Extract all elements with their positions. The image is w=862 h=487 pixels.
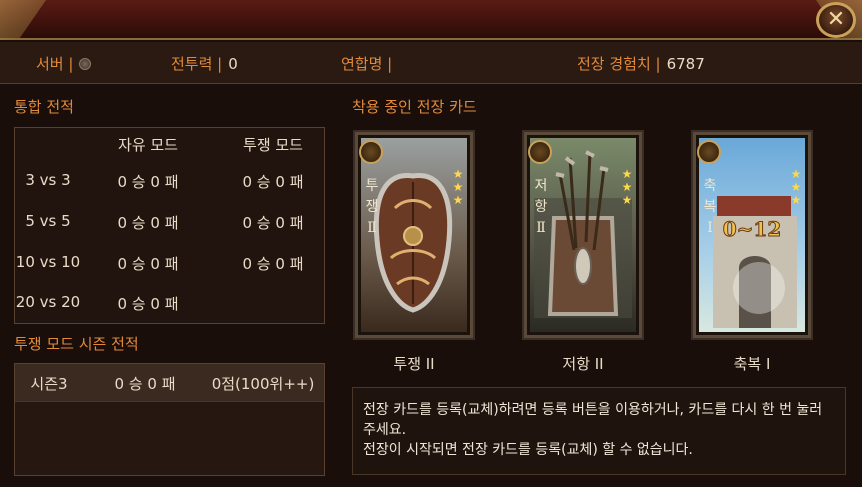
row-struggle-record: 0 승 0 패 [242, 255, 304, 273]
card-vertical-name: 저항Ⅱ [534, 178, 548, 236]
row-free-record: 0 승 0 패 [117, 214, 179, 232]
column-header-free: 자유 모드 [118, 136, 178, 154]
alliance-info: 연합명 | [341, 53, 392, 74]
close-icon: ✕ [826, 7, 846, 32]
server-emblem-icon [79, 58, 92, 70]
season-name: 시즌3 [30, 375, 68, 393]
row-struggle-record: 0 승 0 패 [242, 214, 304, 232]
card-star-rating: ★ ★ ★ [621, 167, 633, 207]
stats-title: 통합 전적 [14, 98, 74, 116]
alliance-label: 연합명 | [341, 55, 393, 73]
season-score: 0점(100위++) [211, 375, 315, 393]
card-vertical-name: 축복Ⅰ [703, 178, 717, 236]
card-star-rating: ★ ★ ★ [790, 167, 802, 207]
card-vertical-name: 투쟁Ⅱ [365, 178, 379, 236]
power-info: 전투력 | 0 [171, 53, 238, 74]
window-title-bar: ✕ [0, 0, 862, 40]
season-title: 투쟁 모드 시즌 전적 [14, 335, 139, 353]
exp-label: 전장 경험치 | [577, 55, 661, 73]
card-notice: 전장 카드를 등록(교체)하려면 등록 버튼을 이용하거나, 카드를 다시 한 … [352, 387, 846, 475]
row-mode: 5 vs 5 [25, 212, 71, 230]
row-struggle-record: 0 승 0 패 [242, 173, 304, 191]
card-name: 축복 I [733, 355, 771, 373]
battle-card-resistance[interactable]: 저항Ⅱ ★ ★ ★ [522, 130, 644, 340]
exp-info: 전장 경험치 | 6787 [577, 53, 705, 74]
notice-line: 전장이 시작되면 전장 카드를 등록(교체) 할 수 없습니다. [363, 442, 693, 458]
card-name: 투쟁 II [393, 355, 435, 373]
notice-line: 전장 카드를 등록(교체)하려면 등록 버튼을 이용하거나, 카드를 다시 한 … [363, 402, 823, 438]
card-art-text: 0~12 [723, 217, 782, 241]
card-emblem-icon [528, 140, 552, 164]
battle-card-struggle[interactable]: 투쟁Ⅱ ★ ★ ★ [353, 130, 475, 340]
power-value: 0 [228, 55, 238, 73]
frame-ornament-left [0, 0, 46, 40]
row-free-record: 0 승 0 패 [117, 173, 179, 191]
column-header-struggle: 투쟁 모드 [243, 136, 303, 154]
profile-info-bar: 서버 | 전투력 | 0 연합명 | 전장 경험치 | 6787 [0, 42, 862, 84]
row-mode: 3 vs 3 [25, 171, 71, 189]
close-button[interactable]: ✕ [816, 2, 856, 38]
server-label: 서버 | [36, 55, 74, 73]
season-record: 0 승 0 패 [114, 375, 176, 393]
cards-title: 착용 중인 전장 카드 [352, 98, 477, 116]
card-name: 저항 II [562, 355, 604, 373]
card-emblem-icon [697, 140, 721, 164]
card-star-rating: ★ ★ ★ [452, 167, 464, 207]
card-emblem-icon [359, 140, 383, 164]
exp-value: 6787 [666, 55, 705, 73]
row-free-record: 0 승 0 패 [117, 295, 179, 313]
server-info: 서버 | [36, 53, 92, 74]
season-row: 시즌3 0 승 0 패 0점(100위++) [15, 364, 324, 402]
battle-card-blessing[interactable]: 0~12 축복Ⅰ ★ ★ ★ [691, 130, 813, 340]
stats-table: 자유 모드 투쟁 모드 3 vs 3 0 승 0 패 0 승 0 패 5 vs … [14, 127, 325, 324]
season-table: 시즌3 0 승 0 패 0점(100위++) [14, 363, 325, 476]
row-mode: 10 vs 10 [15, 253, 81, 271]
row-mode: 20 vs 20 [15, 293, 81, 311]
row-free-record: 0 승 0 패 [117, 255, 179, 273]
power-label: 전투력 | [171, 55, 223, 73]
